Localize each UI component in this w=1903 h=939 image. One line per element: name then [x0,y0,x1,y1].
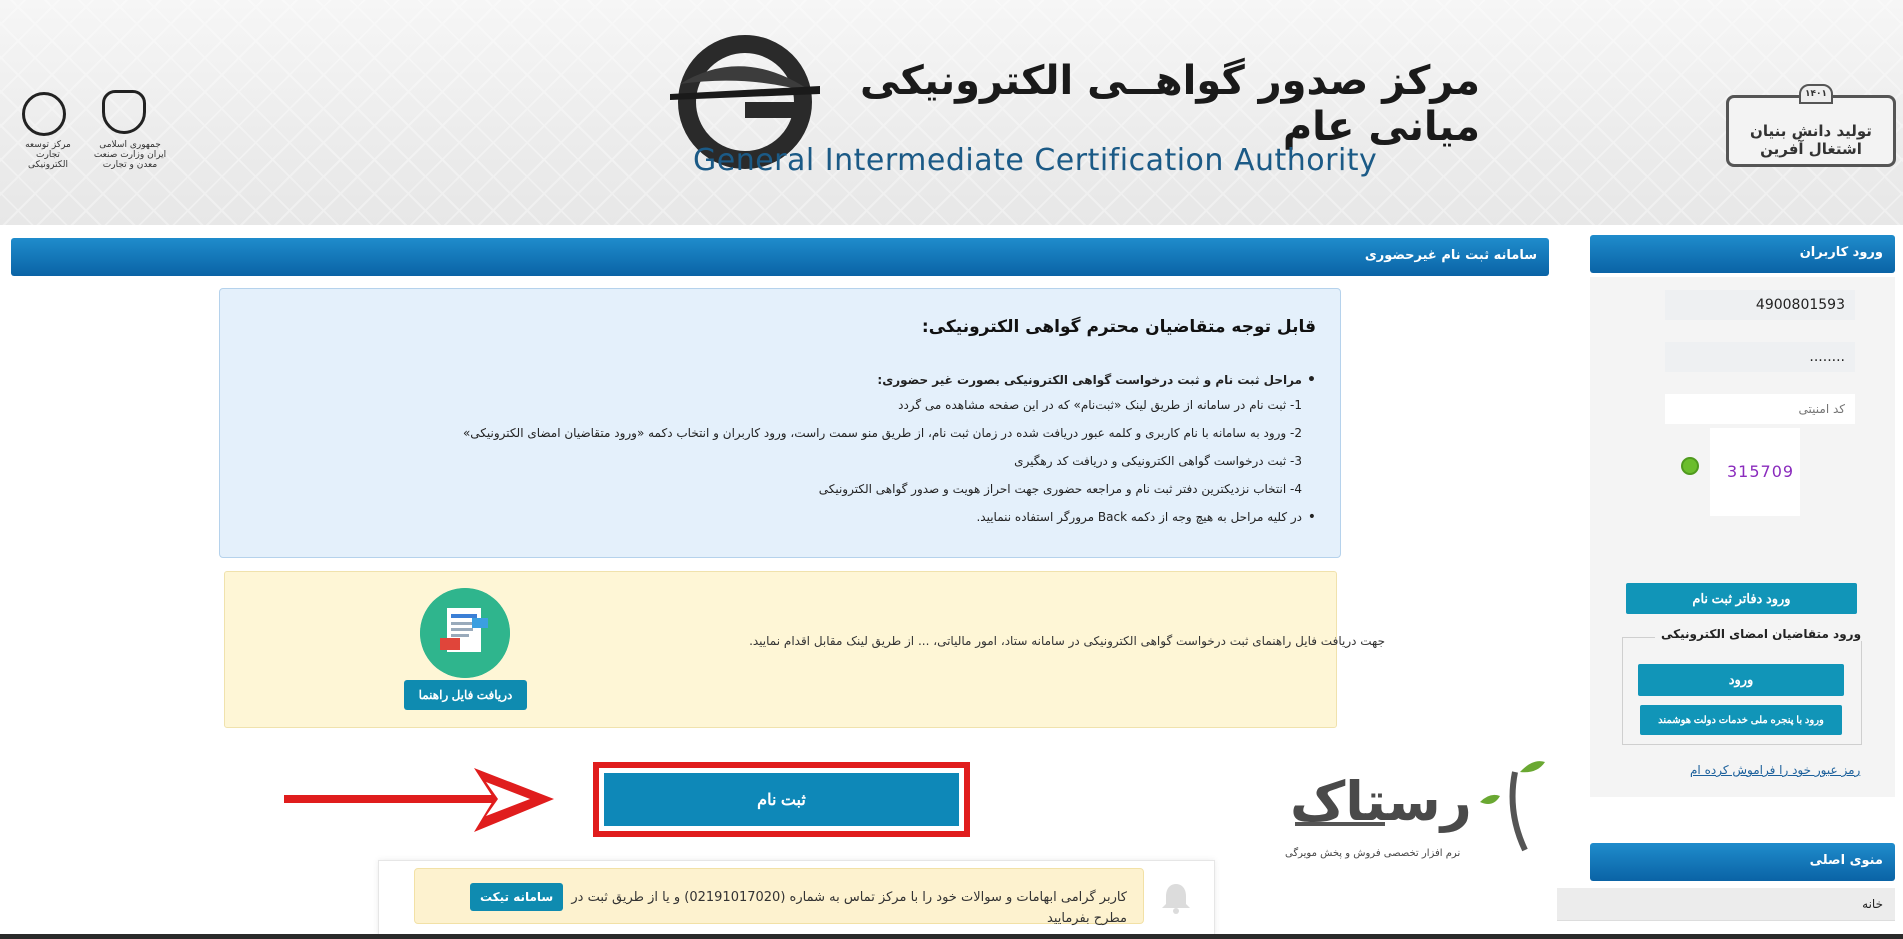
applicant-login-button[interactable]: ورود [1638,664,1844,696]
rostak-subtitle: نرم افزار تخصصی فروش و پخش مویرگی [1285,848,1461,859]
forgot-password-link[interactable]: رمز عبور خود را فراموش کرده ام [1690,763,1860,777]
bottom-strip [0,934,1903,939]
login-title-bar: ورود کاربران [1590,235,1895,273]
notice-bullet-back-warning: در کلیه مراحل به هیچ وجه از دکمه Back مر… [244,503,1316,531]
stamp-year: ۱۴۰۱ [1799,84,1833,104]
site-title-fa: مرکز صدور گواهــی الکترونیکی میانی عام [860,58,1480,150]
captcha-input[interactable] [1665,394,1855,424]
username-field[interactable] [1665,290,1855,320]
site-header: مرکز توسعه تجارت الکترونیکی جمهوری اسلام… [0,0,1903,225]
notice-heading: قابل توجه متقاضیان محترم گواهی الکترونیک… [921,317,1316,337]
captcha-value: 315709 [1727,462,1795,481]
applicants-legend: ورود متقاضیان امضای الکترونیکی [1655,627,1868,641]
notice-bullet-steps: مراحل ثبت نام و ثبت درخواست گواهی الکترو… [244,369,1316,391]
register-button[interactable]: ثبت نام [604,773,959,826]
document-icon [420,588,510,678]
slogan-stamp: ۱۴۰۱ تولید دانش بنیان اشتغال آفرین [1726,84,1896,167]
red-arrow-annotation [284,768,554,832]
section-title-bar: سامانه ثبت نام غیرحضوری [11,238,1549,276]
seal-caption-1: مرکز توسعه تجارت الکترونیکی [25,140,71,170]
smart-gov-login-button[interactable]: ورود با پنجره ملی خدمات دولت هوشمند [1640,705,1842,735]
ticket-text-before: کاربر گرامی ابهامات و سوالات خود را با م… [571,890,1127,905]
menu-item-home[interactable]: خانه [1557,888,1895,921]
password-field[interactable] [1665,342,1855,372]
office-login-button[interactable]: ورود دفاتر ثبت نام [1626,583,1857,614]
notice-box: قابل توجه متقاضیان محترم گواهی الکترونیک… [219,288,1341,558]
ticket-notice: کاربر گرامی ابهامات و سوالات خود را با م… [414,868,1144,926]
ticket-system-button[interactable]: سامانه تیکت [469,883,564,911]
ticket-text-after: مطرح بفرمایید [1047,911,1127,926]
download-guide-button[interactable]: دریافت فایل راهنما [404,680,527,710]
notice-step-4: 4- انتخاب نزدیکترین دفتر ثبت نام و مراجع… [818,482,1302,496]
rostak-name: رستاک [1290,770,1472,833]
government-seals: مرکز توسعه تجارت الکترونیکی جمهوری اسلام… [18,88,168,173]
guide-box: جهت دریافت فایل راهنمای ثبت درخواست گواه… [224,571,1385,728]
notice-step-3: 3- ثبت درخواست گواهی الکترونیکی و دریافت… [1014,454,1302,468]
guide-text: جهت دریافت فایل راهنمای ثبت درخواست گواه… [749,634,1385,648]
notice-step-2: 2- ورود به سامانه با نام کاربری و کلمه ع… [462,426,1302,440]
iran-emblem-icon [102,90,146,134]
stamp-text: تولید دانش بنیان اشتغال آفرین [1750,122,1872,158]
bell-icon [1162,884,1190,914]
notice-step-1: 1- ثبت نام در سامانه از طریق لینک «ثبت‌ن… [898,398,1302,412]
refresh-captcha-icon[interactable] [1681,457,1699,475]
main-menu-title-bar: منوی اصلی [1590,843,1895,881]
seal-caption-2: جمهوری اسلامی ایران وزارت صنعت معدن و تج… [93,140,167,170]
site-title-en: General Intermediate Certification Autho… [693,143,1378,178]
ecommerce-center-logo [22,92,66,136]
